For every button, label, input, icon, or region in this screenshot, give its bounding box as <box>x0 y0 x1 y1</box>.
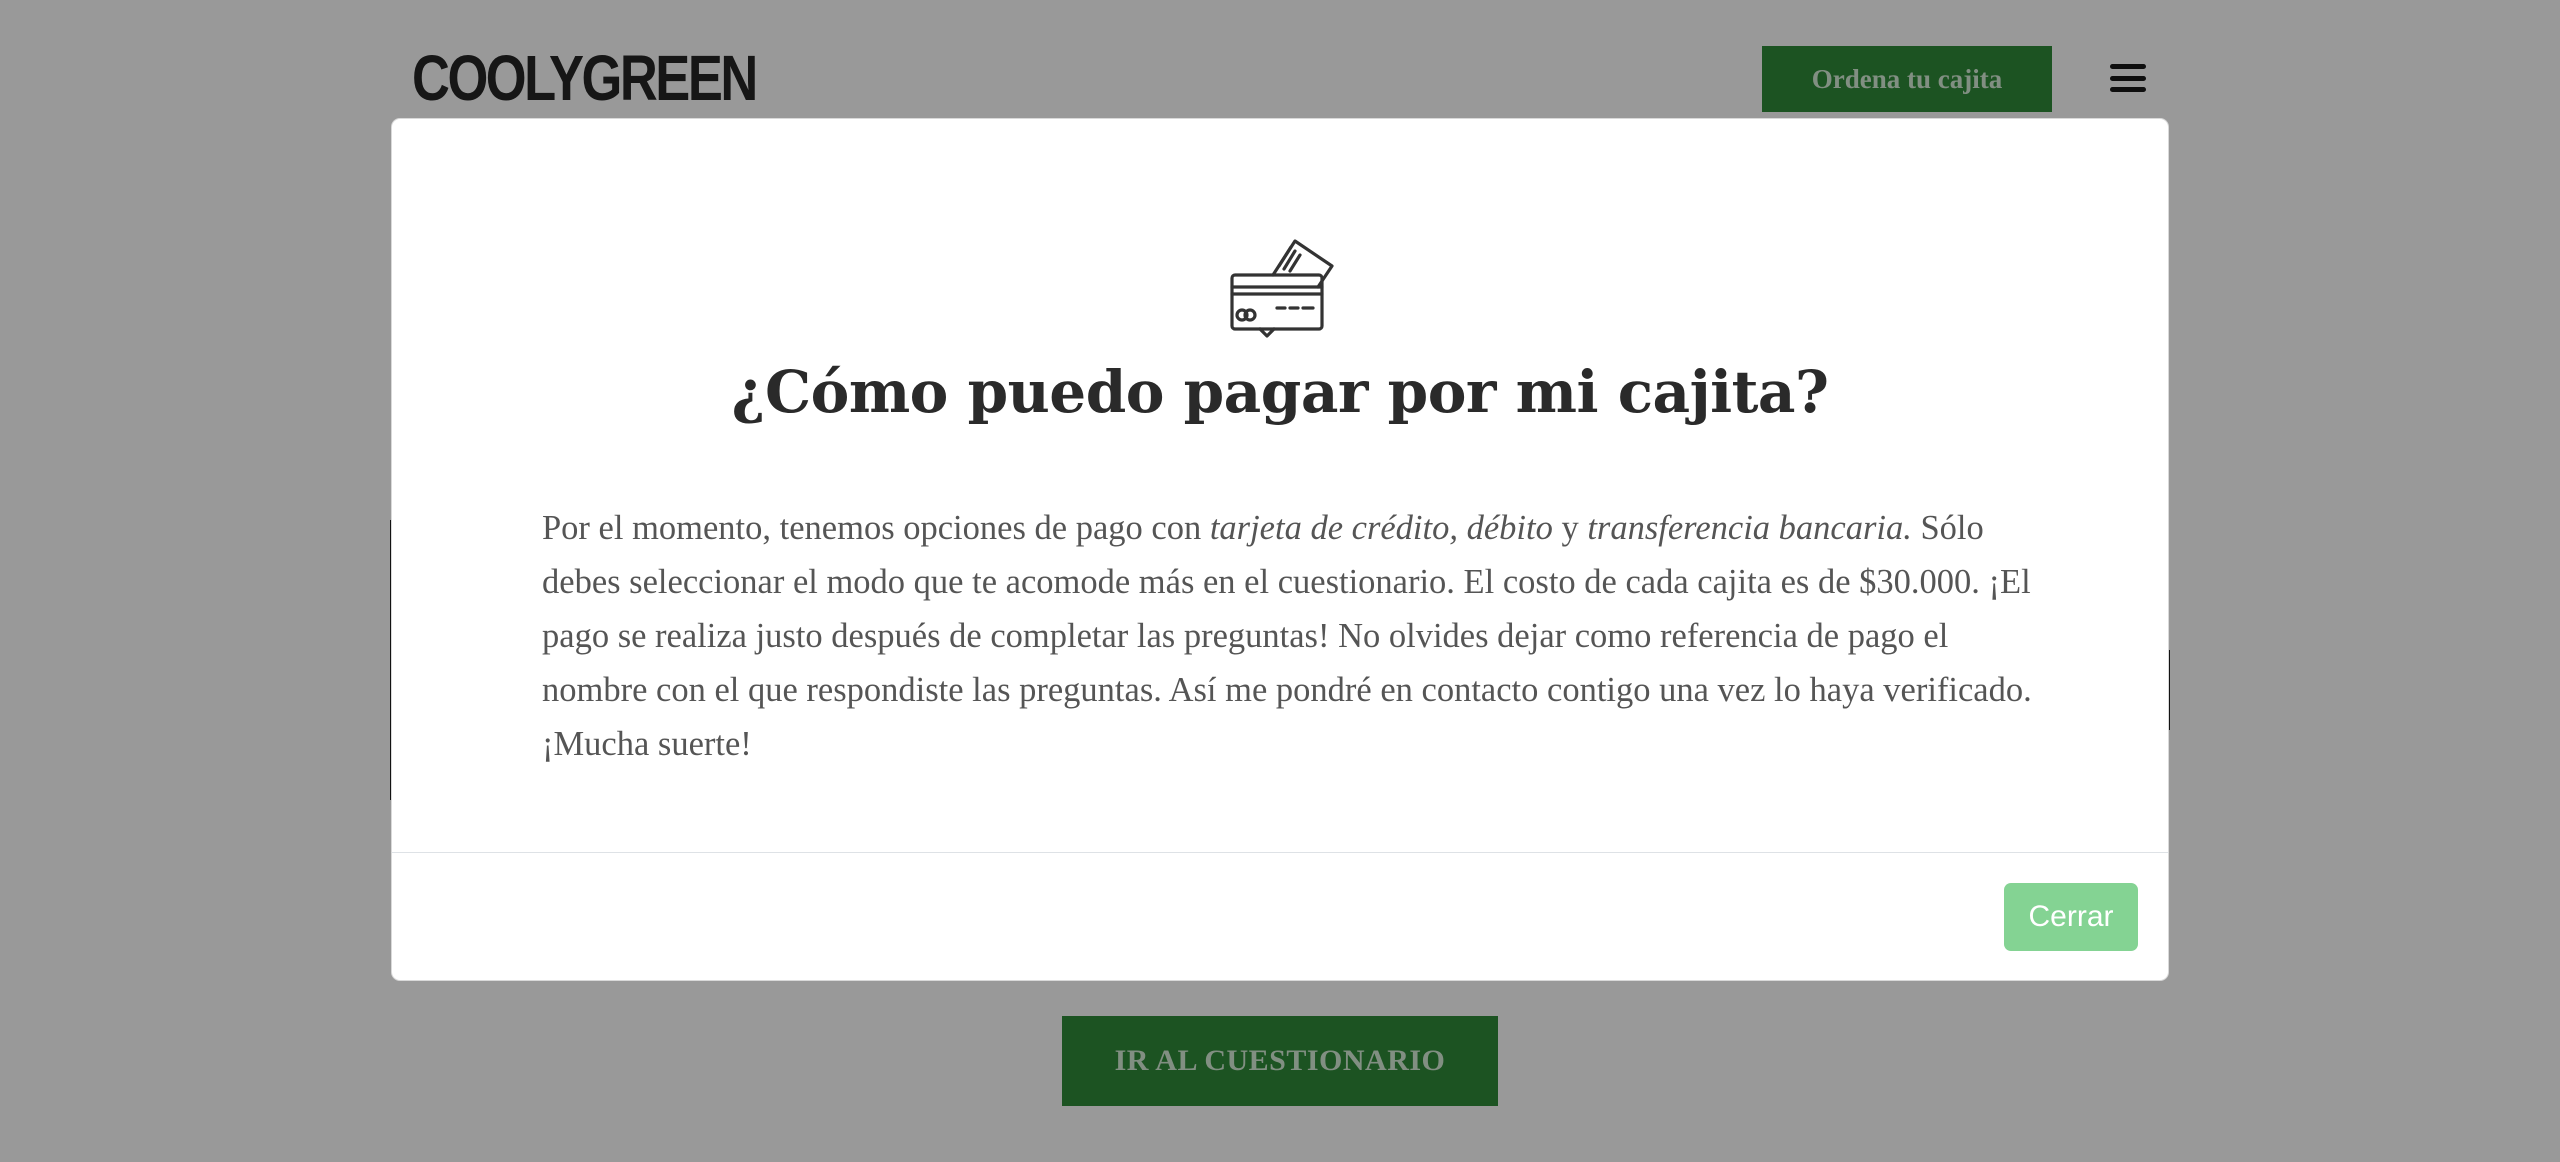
modal-footer: Cerrar <box>392 852 2168 982</box>
description-emphasis-transfer: transferencia bancaria. <box>1587 509 1912 547</box>
description-text: Sólo debes seleccionar el modo que te ac… <box>542 509 2032 763</box>
description-emphasis-cards: tarjeta de crédito, débito <box>1209 509 1553 547</box>
description-text: y <box>1552 509 1588 547</box>
description-text: Por el momento, tenemos opciones de pago… <box>542 509 1210 547</box>
payment-info-modal: ¿Cómo puedo pagar por mi cajita? Por el … <box>391 118 2169 981</box>
modal-title: ¿Cómo puedo pagar por mi cajita? <box>731 358 1829 426</box>
payment-description: Por el momento, tenemos opciones de pago… <box>542 501 2032 771</box>
credit-card-icon <box>1230 239 1334 338</box>
modal-body: ¿Cómo puedo pagar por mi cajita? Por el … <box>392 119 2168 852</box>
close-button[interactable]: Cerrar <box>2004 883 2138 951</box>
